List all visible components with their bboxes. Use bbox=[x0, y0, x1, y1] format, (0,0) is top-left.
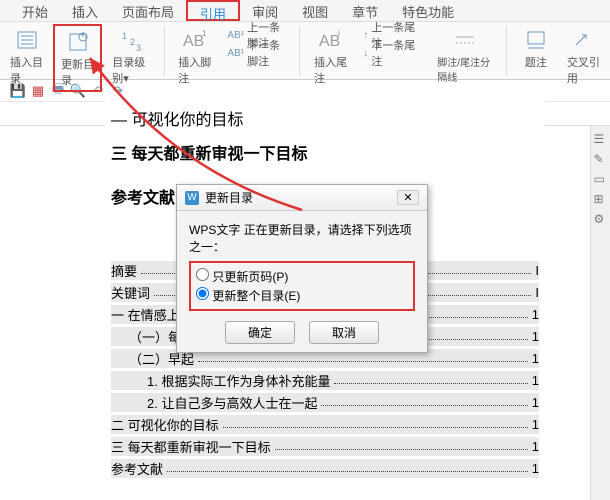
menu-tab-4[interactable]: 审阅 bbox=[240, 0, 290, 21]
crossref-button[interactable]: 交叉引用 bbox=[561, 24, 606, 88]
separator-icon bbox=[451, 26, 479, 54]
vt-icon[interactable]: ✎ bbox=[594, 152, 608, 166]
endnote-nav: ↑上一条尾注 ↓下一条尾注 bbox=[357, 24, 427, 64]
caption-button[interactable]: 题注 bbox=[515, 24, 557, 72]
menu-tab-2[interactable]: 页面布局 bbox=[110, 0, 186, 21]
update-toc-dialog: W 更新目录 ✕ WPS文字 正在更新目录，请选择下列选项之一： 只更新页码(P… bbox=[176, 184, 428, 353]
insert-footnote-label: 插入脚注 bbox=[178, 54, 211, 86]
separator bbox=[506, 26, 507, 76]
caption-icon bbox=[522, 26, 550, 54]
level-icon: 123 bbox=[117, 26, 145, 54]
separator-button[interactable]: 脚注/尾注分隔线 bbox=[431, 24, 498, 86]
toc-line: 三 每天都重新审视一下目标1 bbox=[111, 437, 539, 456]
menu-bar: 开始插入页面布局引用审阅视图章节特色功能 bbox=[0, 0, 610, 22]
separator bbox=[299, 26, 300, 76]
doc-line: — 可视化你的目标 bbox=[111, 106, 539, 130]
toc-level-button[interactable]: 123 目录级别▾ bbox=[106, 24, 155, 88]
vt-icon[interactable]: ⊞ bbox=[594, 192, 608, 206]
svg-text:1: 1 bbox=[202, 29, 207, 38]
toc-line: 二 可视化你的目标1 bbox=[111, 415, 539, 434]
cancel-button[interactable]: 取消 bbox=[309, 321, 379, 344]
ribbon: 插入目录 更新目录 123 目录级别▾ AB1 插入脚注 AB¹上一条脚注 AB… bbox=[0, 22, 610, 80]
update-icon bbox=[64, 28, 92, 56]
svg-text:2: 2 bbox=[130, 37, 135, 47]
menu-tab-0[interactable]: 开始 bbox=[10, 0, 60, 21]
insert-toc-button[interactable]: 插入目录 bbox=[4, 24, 49, 88]
next-endnote-button[interactable]: ↓下一条尾注 bbox=[363, 44, 421, 62]
vt-icon[interactable]: ⚙ bbox=[594, 212, 608, 226]
svg-text:i: i bbox=[338, 29, 340, 38]
radio-update-all[interactable]: 更新整个目录(E) bbox=[196, 287, 408, 304]
footnote-icon: AB1 bbox=[181, 26, 209, 54]
toc-line: 1. 根据实际工作为身体补充能量1 bbox=[111, 371, 539, 390]
insert-endnote-label: 插入尾注 bbox=[314, 54, 347, 86]
next-footnote-button[interactable]: AB¹下一条脚注 bbox=[227, 44, 285, 62]
dialog-title: 更新目录 bbox=[205, 189, 253, 206]
toc-line: 2. 让自己多与高效人士在一起1 bbox=[111, 393, 539, 412]
menu-tab-3[interactable]: 引用 bbox=[186, 0, 240, 21]
endnote-icon: ABi bbox=[317, 26, 345, 54]
menu-tab-1[interactable]: 插入 bbox=[60, 0, 110, 21]
toc-line: 参考文献1 bbox=[111, 459, 539, 478]
insert-toc-label: 插入目录 bbox=[10, 54, 43, 86]
menu-tab-7[interactable]: 特色功能 bbox=[390, 0, 466, 21]
caption-label: 题注 bbox=[525, 54, 547, 70]
dialog-titlebar[interactable]: W 更新目录 ✕ bbox=[177, 185, 427, 211]
crossref-icon bbox=[569, 26, 597, 54]
menu-tab-5[interactable]: 视图 bbox=[290, 0, 340, 21]
vt-icon[interactable]: ▭ bbox=[594, 172, 608, 186]
svg-text:3: 3 bbox=[136, 43, 141, 51]
separator-label: 脚注/尾注分隔线 bbox=[437, 54, 492, 84]
toc-level-label: 目录级别▾ bbox=[112, 54, 149, 86]
svg-text:1: 1 bbox=[122, 31, 127, 41]
crossref-label: 交叉引用 bbox=[567, 54, 600, 86]
toc-icon bbox=[13, 26, 41, 54]
wps-icon: W bbox=[185, 191, 199, 205]
dialog-message: WPS文字 正在更新目录，请选择下列选项之一： bbox=[189, 221, 415, 255]
vt-icon[interactable]: ☰ bbox=[594, 132, 608, 146]
insert-footnote-button[interactable]: AB1 插入脚注 bbox=[172, 24, 217, 88]
ok-button[interactable]: 确定 bbox=[225, 321, 295, 344]
radio-update-pages[interactable]: 只更新页码(P) bbox=[196, 268, 408, 285]
menu-tab-6[interactable]: 章节 bbox=[340, 0, 390, 21]
update-toc-button[interactable]: 更新目录 bbox=[53, 24, 102, 92]
dialog-close-button[interactable]: ✕ bbox=[397, 190, 419, 205]
vertical-toolbar: ☰ ✎ ▭ ⊞ ⚙ bbox=[590, 126, 610, 500]
doc-heading: 三 每天都重新审视一下目标 bbox=[111, 140, 539, 164]
separator bbox=[164, 26, 165, 76]
update-toc-label: 更新目录 bbox=[61, 56, 94, 88]
footnote-nav: AB¹上一条脚注 AB¹下一条脚注 bbox=[221, 24, 291, 64]
insert-endnote-button[interactable]: ABi 插入尾注 bbox=[308, 24, 353, 88]
